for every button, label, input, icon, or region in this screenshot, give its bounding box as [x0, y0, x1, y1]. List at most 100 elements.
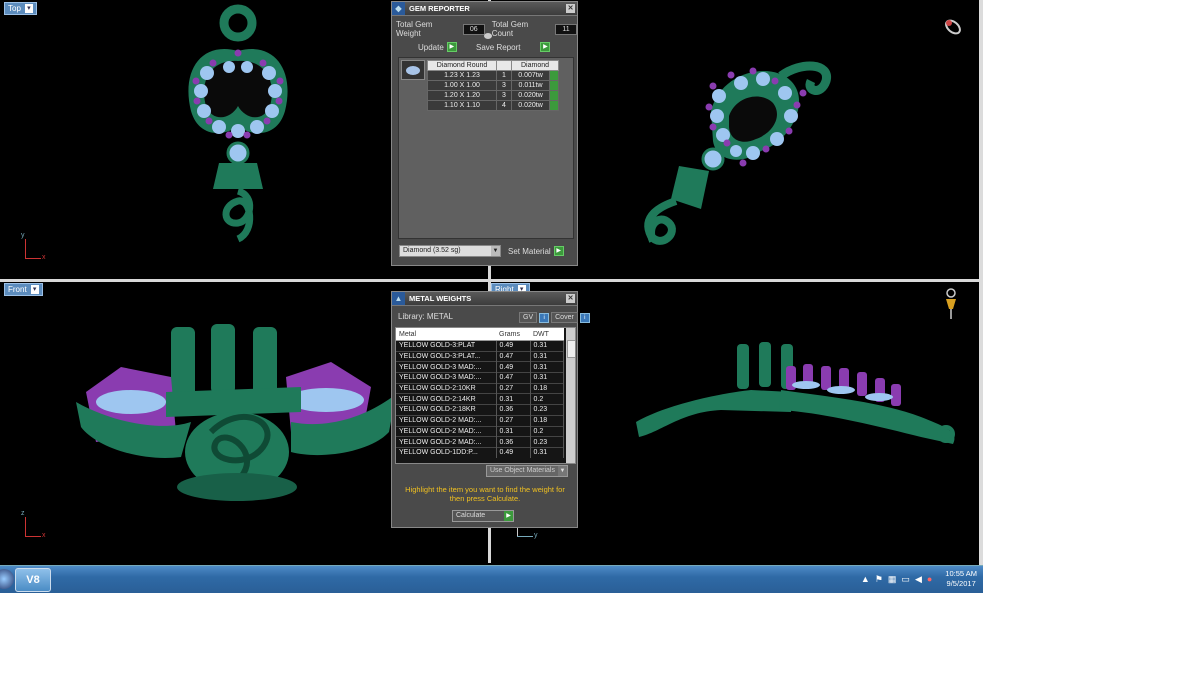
panel-title: METAL WEIGHTS — [409, 294, 472, 303]
metal-name-cell: YELLOW GOLD-2:18KR — [396, 404, 497, 416]
total-gem-weight-field: 06 — [462, 23, 485, 35]
metal-name-cell: YELLOW GOLD-1DD:P... — [396, 446, 497, 458]
dwt-cell: 0.31 — [530, 446, 564, 458]
flag-icon[interactable]: ⚑ — [875, 574, 883, 585]
row-select-icon[interactable] — [549, 100, 559, 111]
row-select-icon[interactable] — [549, 80, 559, 91]
metal-name-cell: YELLOW GOLD-3 MAD:... — [396, 372, 497, 384]
table-row[interactable]: YELLOW GOLD-3:PLAT... 0.47 0.31 — [396, 350, 564, 362]
resize-handle[interactable] — [484, 33, 492, 39]
grams-cell: 0.47 — [496, 372, 531, 384]
dwt-cell: 0.18 — [530, 414, 564, 426]
calculate-label: Calculate — [456, 512, 486, 519]
metal-name-cell: YELLOW GOLD-2 MAD:... — [396, 414, 497, 426]
close-icon[interactable]: ✕ — [566, 4, 575, 13]
dwt-cell: 0.31 — [530, 372, 564, 384]
gem-size-cell: 1.20 X 1.20 — [427, 90, 497, 101]
use-object-materials-label: Use Object Materials — [490, 467, 555, 474]
table-row[interactable]: YELLOW GOLD-2:18KR 0.36 0.23 — [396, 404, 564, 416]
metal-name-cell: YELLOW GOLD-3 MAD:... — [396, 361, 497, 373]
gem-count-cell: 1 — [496, 70, 512, 81]
table-row[interactable]: 1.20 X 1.20 3 0.020tw — [427, 90, 559, 101]
clock-time: 10:55 AM — [945, 569, 977, 578]
dwt-cell: 0.2 — [530, 393, 564, 405]
metal-list[interactable]: Metal Grams DWT YELLOW GOLD-3:PLAT 0.49 0.… — [395, 327, 576, 464]
table-row[interactable]: YELLOW GOLD-2:14KR 0.31 0.2 — [396, 393, 564, 405]
chevron-down-icon: ▼ — [491, 246, 500, 256]
close-icon[interactable]: ✕ — [566, 294, 575, 303]
taskbar-app-v8[interactable]: V8 — [15, 568, 51, 592]
table-row[interactable]: YELLOW GOLD-2 MAD:... 0.31 0.2 — [396, 425, 564, 437]
clock[interactable]: 10:55 AM 9/5/2017 — [945, 569, 977, 589]
dwt-cell: 0.23 — [530, 404, 564, 416]
alert-icon[interactable]: ● — [927, 574, 932, 584]
save-report-button[interactable]: Save Report ▶ — [476, 42, 551, 52]
row-select-icon[interactable] — [549, 70, 559, 81]
calculate-button[interactable]: Calculate ▶ — [452, 510, 514, 522]
gem-count-cell: 3 — [496, 90, 512, 101]
update-label: Update — [418, 42, 444, 52]
info-icon[interactable]: i — [579, 312, 590, 323]
table-row[interactable]: YELLOW GOLD-2 MAD:... 0.36 0.23 — [396, 436, 564, 448]
scrollbar-thumb[interactable] — [567, 340, 575, 358]
grams-cell: 0.27 — [496, 382, 531, 394]
grams-cell: 0.27 — [496, 414, 531, 426]
network-icon[interactable]: ▦ — [888, 574, 897, 585]
clock-date: 9/5/2017 — [946, 579, 976, 588]
ring-icon[interactable] — [941, 15, 965, 39]
show-hidden-icons-icon[interactable]: ▲ — [861, 574, 870, 584]
save-report-label: Save Report — [476, 42, 521, 52]
pendant-icon[interactable] — [941, 287, 961, 321]
scrollbar[interactable] — [566, 328, 575, 463]
table-row[interactable]: YELLOW GOLD-2:10KR 0.27 0.18 — [396, 382, 564, 394]
metal-name-cell: YELLOW GOLD-3:PLAT... — [396, 350, 497, 362]
update-button[interactable]: Update ▶ — [418, 42, 457, 52]
table-row[interactable]: YELLOW GOLD-3 MAD:... 0.47 0.31 — [396, 372, 564, 384]
set-material-button[interactable]: Set Material ▶ — [508, 246, 564, 256]
gem-weight-cell: 0.007tw — [511, 70, 550, 81]
info-icon[interactable]: i — [539, 312, 550, 323]
viewport-divider-horizontal[interactable] — [0, 279, 983, 282]
metal-name-cell: YELLOW GOLD-2:10KR — [396, 382, 497, 394]
gv-button[interactable]: GV — [519, 312, 538, 323]
dwt-cell: 0.31 — [530, 340, 564, 352]
row-select-icon[interactable] — [549, 90, 559, 101]
grams-cell: 0.47 — [496, 350, 531, 362]
metal-name-cell: YELLOW GOLD-3:PLAT — [396, 340, 497, 352]
table-row[interactable]: 1.00 X 1.00 3 0.011tw — [427, 80, 559, 91]
battery-icon[interactable]: ▭ — [901, 574, 910, 585]
gem-count-cell: 3 — [496, 80, 512, 91]
grams-cell: 0.31 — [496, 393, 531, 405]
grams-cell: 0.49 — [496, 340, 531, 352]
gem-size-cell: 1.23 X 1.23 — [427, 70, 497, 81]
scale-icon: ▲ — [392, 292, 405, 305]
app-label: V8 — [26, 574, 40, 586]
axis-label-z: z — [21, 510, 25, 517]
table-row[interactable]: 1.10 X 1.10 4 0.020tw — [427, 100, 559, 111]
grams-cell: 0.49 — [496, 446, 531, 458]
total-gem-count-label: Total Gem Count — [491, 20, 529, 38]
start-button[interactable] — [0, 569, 14, 589]
table-row[interactable]: YELLOW GOLD-3 MAD:... 0.49 0.31 — [396, 361, 564, 373]
gem-weight-cell: 0.020tw — [511, 90, 550, 101]
system-tray: ▲ ⚑ ▦ ▭ ◀ ● 10:55 AM 9/5/2017 — [861, 569, 977, 589]
use-object-materials-button[interactable]: Use Object Materials ▼ — [486, 465, 568, 477]
total-gem-count-field: 11 — [555, 23, 577, 35]
gem-reporter-titlebar[interactable]: ◆ GEM REPORTER ✕ — [392, 2, 577, 16]
material-select[interactable]: Diamond (3.52 sg) ▼ — [399, 245, 501, 257]
gem-table: Diamond Round Diamond 1.23 X 1.23 1 0.00… — [427, 60, 559, 111]
table-row[interactable]: YELLOW GOLD-1DD:P... 0.49 0.31 — [396, 446, 564, 458]
play-icon: ▶ — [553, 246, 564, 256]
metal-weights-titlebar[interactable]: ▲ METAL WEIGHTS ✕ — [392, 292, 577, 306]
column-header: Grams — [496, 328, 530, 341]
table-row[interactable]: YELLOW GOLD-2 MAD:... 0.27 0.18 — [396, 414, 564, 426]
volume-icon[interactable]: ◀ — [915, 574, 922, 585]
table-row[interactable]: 1.23 X 1.23 1 0.007tw — [427, 70, 559, 81]
axis-label-x: x — [42, 254, 46, 261]
table-row[interactable]: YELLOW GOLD-3:PLAT 0.49 0.31 — [396, 340, 564, 352]
dwt-cell: 0.31 — [530, 361, 564, 373]
cover-button[interactable]: Cover — [551, 312, 578, 323]
hint-text: Highlight the item you want to find the … — [405, 485, 565, 503]
diamond-thumbnail-icon[interactable] — [401, 60, 425, 80]
set-material-label: Set Material — [508, 246, 551, 256]
